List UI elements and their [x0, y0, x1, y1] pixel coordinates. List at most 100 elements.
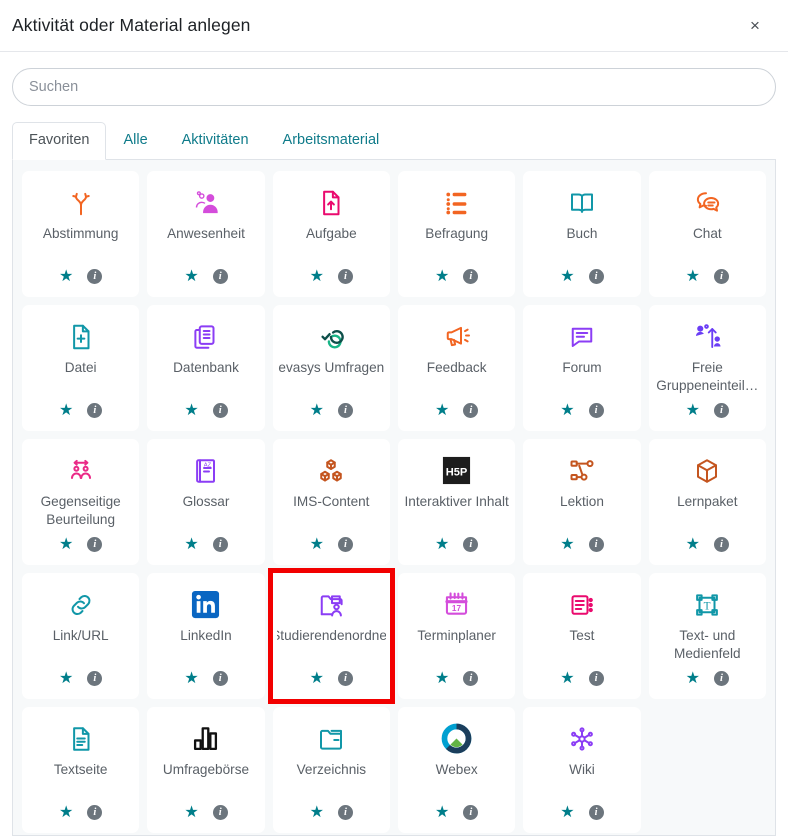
- info-icon[interactable]: i: [87, 671, 103, 687]
- tab-aktivitäten[interactable]: Aktivitäten: [165, 122, 266, 160]
- activity-card[interactable]: evasys Umfragen ★ i: [272, 304, 390, 431]
- info-icon[interactable]: i: [87, 269, 103, 285]
- favorite-star-icon[interactable]: ★: [435, 402, 449, 419]
- search-input[interactable]: [12, 68, 776, 106]
- info-icon[interactable]: i: [588, 805, 604, 821]
- info-icon[interactable]: i: [463, 805, 479, 821]
- info-icon[interactable]: i: [588, 671, 604, 687]
- activity-card[interactable]: Wiki ★ i: [523, 706, 641, 833]
- activity-card[interactable]: Webex ★ i: [397, 706, 516, 833]
- activity-card[interactable]: Forum ★ i: [523, 304, 641, 431]
- activity-card[interactable]: Lernpaket ★ i: [648, 438, 766, 565]
- info-icon[interactable]: i: [87, 537, 103, 553]
- card-actions: ★ i: [435, 801, 479, 825]
- activity-card[interactable]: Gegenseitige Beurteilung ★ i: [22, 438, 140, 565]
- card-actions: ★ i: [435, 399, 479, 423]
- favorite-star-icon[interactable]: ★: [435, 670, 449, 687]
- info-icon[interactable]: i: [463, 671, 479, 687]
- info-icon[interactable]: i: [87, 805, 103, 821]
- favorite-star-icon[interactable]: ★: [310, 268, 324, 285]
- info-icon[interactable]: i: [212, 537, 228, 553]
- activity-card[interactable]: Umfragebörse ★ i: [147, 706, 265, 833]
- favorite-star-icon[interactable]: ★: [435, 804, 449, 821]
- modal-header: Aktivität oder Material anlegen ×: [0, 0, 788, 52]
- info-icon[interactable]: i: [463, 269, 479, 285]
- activity-card[interactable]: Verzeichnis ★ i: [272, 706, 390, 833]
- activity-card[interactable]: LinkedIn ★ i: [147, 572, 265, 699]
- info-icon[interactable]: i: [713, 269, 729, 285]
- activity-card[interactable]: Aufgabe ★ i: [272, 170, 390, 297]
- activity-card[interactable]: Chat ★ i: [648, 170, 766, 297]
- activity-cell: Freie Gruppeneinteil… ★ i: [645, 301, 770, 435]
- favorite-star-icon[interactable]: ★: [560, 536, 574, 553]
- favorite-star-icon[interactable]: ★: [59, 268, 73, 285]
- favorite-star-icon[interactable]: ★: [560, 804, 574, 821]
- favorite-star-icon[interactable]: ★: [184, 268, 198, 285]
- favorite-star-icon[interactable]: ★: [310, 670, 324, 687]
- info-icon[interactable]: i: [463, 537, 479, 553]
- glossary-book-icon: AZ: [151, 449, 260, 493]
- favorite-star-icon[interactable]: ★: [59, 804, 73, 821]
- activity-card[interactable]: Datenbank ★ i: [147, 304, 265, 431]
- info-icon[interactable]: i: [337, 805, 353, 821]
- activity-card[interactable]: Feedback ★ i: [397, 304, 516, 431]
- favorite-star-icon[interactable]: ★: [184, 536, 198, 553]
- activity-card[interactable]: T Text- und Medienfeld ★ i: [648, 572, 766, 699]
- favorite-star-icon[interactable]: ★: [435, 268, 449, 285]
- activity-card[interactable]: Freie Gruppeneinteil… ★ i: [648, 304, 766, 431]
- text-media-icon: T: [653, 583, 762, 627]
- favorite-star-icon[interactable]: ★: [310, 402, 324, 419]
- info-icon[interactable]: i: [713, 403, 729, 419]
- favorite-star-icon[interactable]: ★: [184, 670, 198, 687]
- tab-alle[interactable]: Alle: [106, 122, 164, 160]
- info-icon[interactable]: i: [337, 537, 353, 553]
- info-icon[interactable]: i: [212, 805, 228, 821]
- info-icon[interactable]: i: [337, 403, 353, 419]
- favorite-star-icon[interactable]: ★: [310, 804, 324, 821]
- info-icon[interactable]: i: [337, 269, 353, 285]
- activity-card[interactable]: Anwesenheit ★ i: [147, 170, 265, 297]
- tab-arbeitsmaterial[interactable]: Arbeitsmaterial: [266, 122, 397, 160]
- favorite-star-icon[interactable]: ★: [59, 670, 73, 687]
- info-icon[interactable]: i: [713, 671, 729, 687]
- info-icon[interactable]: i: [713, 537, 729, 553]
- activity-card[interactable]: Datei ★ i: [22, 304, 140, 431]
- favorite-star-icon[interactable]: ★: [59, 402, 73, 419]
- activity-card[interactable]: 17 Terminplaner ★ i: [397, 572, 516, 699]
- info-icon[interactable]: i: [588, 537, 604, 553]
- favorite-star-icon[interactable]: ★: [184, 402, 198, 419]
- tab-favoriten[interactable]: Favoriten: [12, 122, 107, 160]
- favorite-star-icon[interactable]: ★: [184, 804, 198, 821]
- favorite-star-icon[interactable]: ★: [686, 268, 700, 285]
- favorite-star-icon[interactable]: ★: [560, 268, 574, 285]
- activity-card[interactable]: IMS-Content ★ i: [272, 438, 390, 565]
- card-actions: ★ i: [310, 265, 353, 289]
- activity-card[interactable]: H5P Interaktiver Inhalt ★ i: [397, 438, 516, 565]
- activity-card[interactable]: Link/URL ★ i: [22, 572, 140, 699]
- activity-card[interactable]: Test ★ i: [523, 572, 641, 699]
- favorite-star-icon[interactable]: ★: [435, 536, 449, 553]
- info-icon[interactable]: i: [588, 403, 604, 419]
- info-icon[interactable]: i: [588, 269, 604, 285]
- activity-card[interactable]: AZ Glossar ★ i: [147, 438, 265, 565]
- activity-card[interactable]: Befragung ★ i: [397, 170, 516, 297]
- activity-card[interactable]: Abstimmung ★ i: [22, 170, 140, 297]
- activity-card[interactable]: Studierendenordner ★ i: [267, 567, 395, 704]
- activity-card[interactable]: Textseite ★ i: [22, 706, 140, 833]
- info-icon[interactable]: i: [463, 403, 479, 419]
- info-icon[interactable]: i: [212, 269, 228, 285]
- favorite-star-icon[interactable]: ★: [59, 536, 73, 553]
- info-icon[interactable]: i: [87, 403, 103, 419]
- favorite-star-icon[interactable]: ★: [686, 402, 700, 419]
- info-icon[interactable]: i: [212, 403, 228, 419]
- info-icon[interactable]: i: [337, 671, 353, 687]
- favorite-star-icon[interactable]: ★: [560, 670, 574, 687]
- close-icon[interactable]: ×: [742, 13, 768, 39]
- activity-card[interactable]: Lektion ★ i: [523, 438, 641, 565]
- info-icon[interactable]: i: [212, 671, 228, 687]
- favorite-star-icon[interactable]: ★: [686, 670, 700, 687]
- activity-card[interactable]: Buch ★ i: [523, 170, 641, 297]
- favorite-star-icon[interactable]: ★: [686, 536, 700, 553]
- favorite-star-icon[interactable]: ★: [560, 402, 574, 419]
- favorite-star-icon[interactable]: ★: [310, 536, 324, 553]
